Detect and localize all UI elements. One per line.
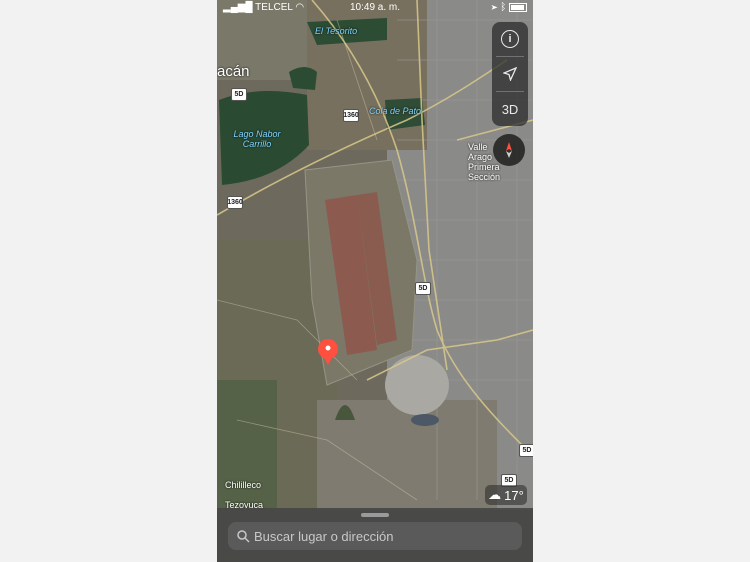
weather-widget[interactable]: ☁ 17° — [485, 485, 527, 505]
road-shield: 5D — [519, 444, 533, 457]
road-shield: 1360 — [227, 196, 243, 209]
search-input[interactable]: Buscar lugar o dirección — [254, 529, 393, 544]
satellite-map[interactable] — [217, 0, 533, 562]
map-controls: i 3D — [492, 22, 528, 126]
road-shield: 1360 — [343, 109, 359, 122]
cloud-icon: ☁ — [488, 487, 502, 502]
drag-handle[interactable] — [361, 513, 389, 517]
info-icon: i — [501, 30, 519, 48]
search-icon — [237, 530, 250, 543]
clock: 10:49 a. m. — [349, 2, 401, 13]
status-bar: ▂▄▆█ TELCEL ◠ 10:49 a. m. ➤ ᛒ — [217, 0, 533, 16]
locate-me-button[interactable] — [492, 57, 528, 91]
road-shield: 5D — [415, 282, 431, 295]
compass-icon[interactable] — [493, 134, 525, 166]
3d-toggle-button[interactable]: 3D — [492, 92, 528, 126]
location-arrow-icon — [503, 67, 517, 81]
road-shield: 5D — [231, 88, 247, 101]
map-label-acan[interactable]: acán — [217, 64, 250, 80]
info-button[interactable]: i — [492, 22, 528, 56]
map-label-cola-de-pato[interactable]: Cola de Pato — [369, 106, 421, 116]
bluetooth-icon: ᛒ — [500, 2, 507, 13]
bottom-sheet: Buscar lugar o dirección — [217, 508, 533, 562]
map-label-el-tesorito[interactable]: El Tesorito — [315, 26, 357, 36]
map-label-chililleco[interactable]: Chililleco — [225, 480, 261, 490]
location-arrow-icon: ➤ — [491, 2, 498, 13]
search-bar[interactable]: Buscar lugar o dirección — [228, 522, 522, 550]
temperature: 17° — [504, 487, 524, 503]
map-label-lago-nabor-carrillo[interactable]: Lago Nabor Carrillo — [229, 129, 285, 149]
battery-icon — [509, 2, 527, 12]
phone-screen: ▂▄▆█ TELCEL ◠ 10:49 a. m. ➤ ᛒ El Tesorit… — [217, 0, 533, 562]
